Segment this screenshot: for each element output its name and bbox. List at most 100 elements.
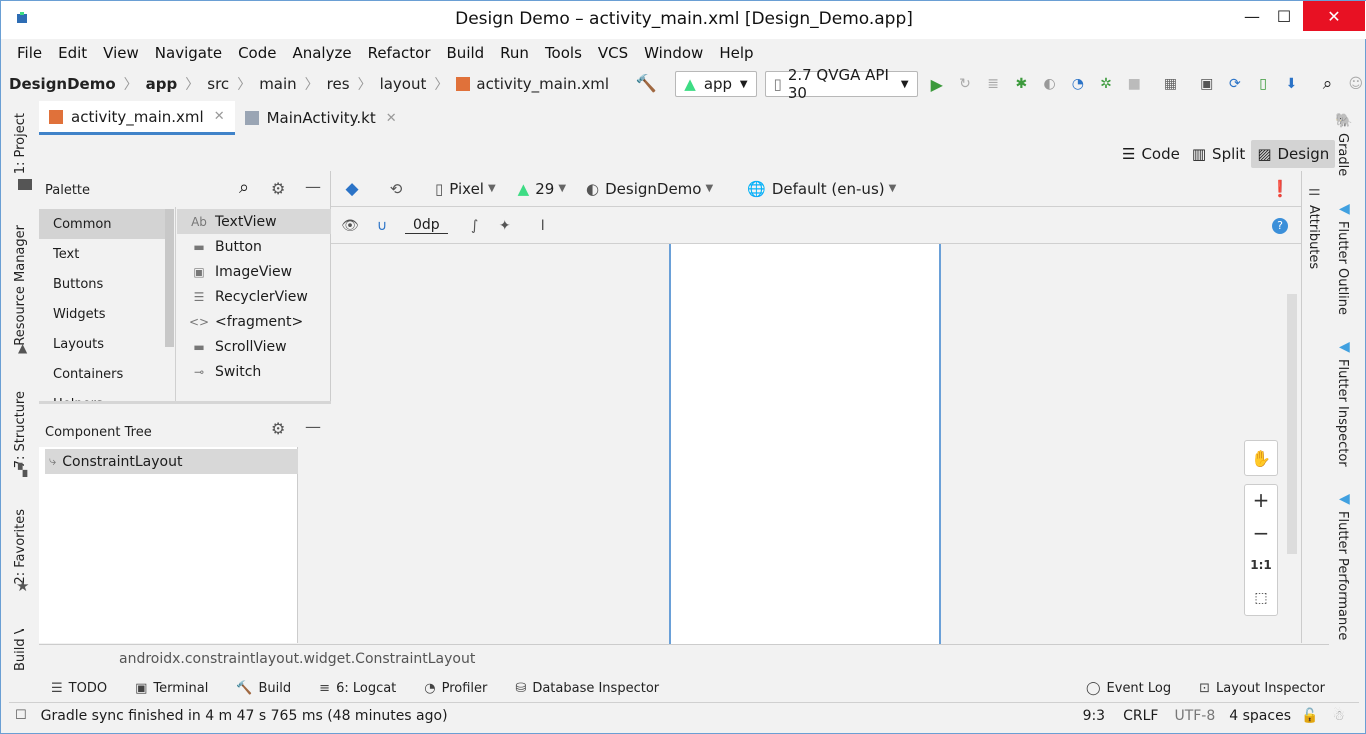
menu-analyze[interactable]: Analyze: [284, 44, 359, 62]
sdk-manager-icon[interactable]: ⬇: [1280, 71, 1302, 97]
inspector-icon[interactable]: ☃: [1332, 708, 1345, 724]
tool-tab-flutter-inspector[interactable]: Flutter Inspector: [1335, 359, 1350, 467]
tool-tab-favorites[interactable]: 2: Favorites: [13, 509, 28, 585]
file-encoding[interactable]: UTF-8: [1174, 708, 1215, 724]
project-structure-icon[interactable]: ▦: [1159, 71, 1181, 97]
make-project-hammer-icon[interactable]: 🔨: [635, 71, 657, 97]
profiler-tool-button[interactable]: ◔ Profiler: [424, 681, 487, 696]
build-tool-button[interactable]: 🔨 Build: [236, 681, 291, 696]
device-preview[interactable]: [669, 244, 941, 644]
widget-scrollview[interactable]: ▬ ScrollView: [177, 334, 331, 359]
indent-setting[interactable]: 4 spaces: [1229, 708, 1291, 724]
profile-icon[interactable]: ◔: [1067, 71, 1089, 97]
category-buttons[interactable]: Buttons: [39, 269, 167, 299]
run-icon[interactable]: ▶: [926, 71, 948, 97]
menu-build[interactable]: Build: [439, 44, 493, 62]
canvas-scrollbar[interactable]: [1287, 294, 1297, 554]
widget-imageview[interactable]: ▣ ImageView: [177, 259, 331, 284]
category-helpers[interactable]: Helpers: [39, 389, 167, 402]
split-mode-button[interactable]: ▥ Split: [1186, 140, 1251, 168]
device-selector[interactable]: ▯ Pixel ▼: [435, 180, 496, 198]
tool-tab-flutter-outline[interactable]: Flutter Outline: [1335, 221, 1350, 315]
event-log-tool-button[interactable]: ◯ Event Log: [1086, 681, 1171, 696]
sync-gradle-icon[interactable]: ⟳: [1224, 71, 1246, 97]
caret-position[interactable]: 9:3: [1083, 708, 1106, 724]
terminal-icon[interactable]: ▣: [1196, 71, 1218, 97]
menu-navigate[interactable]: Navigate: [147, 44, 230, 62]
logcat-tool-button[interactable]: ≡ 6: Logcat: [319, 681, 396, 696]
menu-code[interactable]: Code: [230, 44, 284, 62]
tool-tab-flutter-performance[interactable]: Flutter Performance: [1335, 511, 1350, 640]
tool-tab-structure[interactable]: 7: Structure: [13, 391, 28, 468]
gear-icon[interactable]: ⚙: [271, 179, 285, 198]
stop-icon[interactable]: ■: [1123, 71, 1145, 97]
avd-manager-icon[interactable]: ▯: [1252, 71, 1274, 97]
breadcrumb-module[interactable]: app: [146, 75, 178, 93]
breadcrumb-file[interactable]: activity_main.xml: [476, 75, 609, 93]
code-mode-button[interactable]: ☰ Code: [1116, 140, 1186, 168]
minimize-icon[interactable]: —: [305, 177, 321, 196]
eye-icon[interactable]: 👁: [337, 213, 363, 239]
zoom-in-icon[interactable]: +: [1244, 484, 1278, 516]
account-avatar-icon[interactable]: ☺: [1345, 71, 1366, 97]
category-text[interactable]: Text: [39, 239, 167, 269]
design-canvas[interactable]: ✋ + − 1:1 ⬚: [331, 244, 1301, 644]
line-separator[interactable]: CRLF: [1123, 708, 1158, 724]
breadcrumb-res[interactable]: res: [327, 75, 350, 93]
coverage-icon[interactable]: ◐: [1038, 71, 1060, 97]
widget-fragment[interactable]: <> <fragment>: [177, 309, 331, 334]
category-widgets[interactable]: Widgets: [39, 299, 167, 329]
zoom-one-to-one-button[interactable]: 1:1: [1244, 549, 1278, 581]
search-icon[interactable]: ⌕: [1316, 71, 1338, 97]
run-config-select[interactable]: ▲ app ▼: [675, 71, 757, 97]
menu-window[interactable]: Window: [636, 44, 711, 62]
search-icon[interactable]: ⌕: [239, 177, 249, 198]
tab-main-activity[interactable]: MainActivity.kt ✕: [235, 101, 407, 135]
menu-refactor[interactable]: Refactor: [360, 44, 439, 62]
category-common[interactable]: Common: [39, 209, 167, 239]
panel-splitter[interactable]: [39, 401, 331, 404]
orientation-icon[interactable]: ⟲: [383, 176, 409, 202]
database-inspector-tool-button[interactable]: ⛁ Database Inspector: [515, 681, 659, 696]
menu-edit[interactable]: Edit: [50, 44, 95, 62]
default-margin-field[interactable]: 0dp: [405, 217, 448, 234]
component-path[interactable]: androidx.constraintlayout.widget.Constra…: [119, 651, 475, 667]
breadcrumb-src[interactable]: src: [207, 75, 229, 93]
menu-vcs[interactable]: VCS: [590, 44, 636, 62]
todo-tool-button[interactable]: ☰ TODO: [51, 681, 107, 696]
theme-selector[interactable]: ◐ DesignDemo ▼: [586, 180, 713, 198]
widget-textview[interactable]: Ab TextView: [177, 209, 331, 234]
magnet-icon[interactable]: ∪: [369, 213, 395, 239]
tab-activity-main[interactable]: activity_main.xml ✕: [39, 101, 235, 135]
layers-icon[interactable]: ◆: [339, 176, 365, 202]
design-mode-button[interactable]: ▨ Design: [1251, 140, 1336, 168]
tool-tab-gradle[interactable]: Gradle: [1335, 133, 1350, 176]
terminal-tool-button[interactable]: ▣ Terminal: [135, 681, 208, 696]
api-selector[interactable]: ▲ 29 ▼: [518, 180, 566, 198]
zoom-out-icon[interactable]: −: [1244, 517, 1278, 549]
tool-tab-resource-manager[interactable]: Resource Manager: [13, 225, 28, 346]
menu-run[interactable]: Run: [492, 44, 537, 62]
guidelines-icon[interactable]: I: [530, 213, 556, 239]
apply-changes-icon[interactable]: ↻: [954, 71, 976, 97]
breadcrumb-project[interactable]: DesignDemo: [9, 75, 116, 93]
breadcrumb-main[interactable]: main: [259, 75, 296, 93]
widget-switch[interactable]: ⊸ Switch: [177, 359, 331, 384]
tool-tab-project[interactable]: 1: Project: [13, 113, 28, 174]
apply-code-changes-icon[interactable]: ≣: [982, 71, 1004, 97]
status-message[interactable]: Gradle sync finished in 4 m 47 s 765 ms …: [41, 708, 448, 724]
toggle-tool-windows-icon[interactable]: ☐: [15, 708, 27, 723]
menu-view[interactable]: View: [95, 44, 147, 62]
widget-button[interactable]: ▬ Button: [177, 234, 331, 259]
menu-tools[interactable]: Tools: [537, 44, 590, 62]
close-tab-icon[interactable]: ✕: [214, 109, 225, 124]
tool-tab-attributes[interactable]: Attributes: [1306, 205, 1321, 269]
tree-row-constraintlayout[interactable]: ⤷ ConstraintLayout: [45, 449, 298, 474]
category-scrollbar[interactable]: [165, 209, 174, 347]
minimize-icon[interactable]: —: [305, 417, 321, 436]
menu-help[interactable]: Help: [711, 44, 761, 62]
layout-inspector-tool-button[interactable]: ⊡ Layout Inspector: [1199, 681, 1325, 696]
category-layouts[interactable]: Layouts: [39, 329, 167, 359]
device-select[interactable]: ▯ 2.7 QVGA API 30 ▼: [764, 66, 918, 102]
category-containers[interactable]: Containers: [39, 359, 167, 389]
